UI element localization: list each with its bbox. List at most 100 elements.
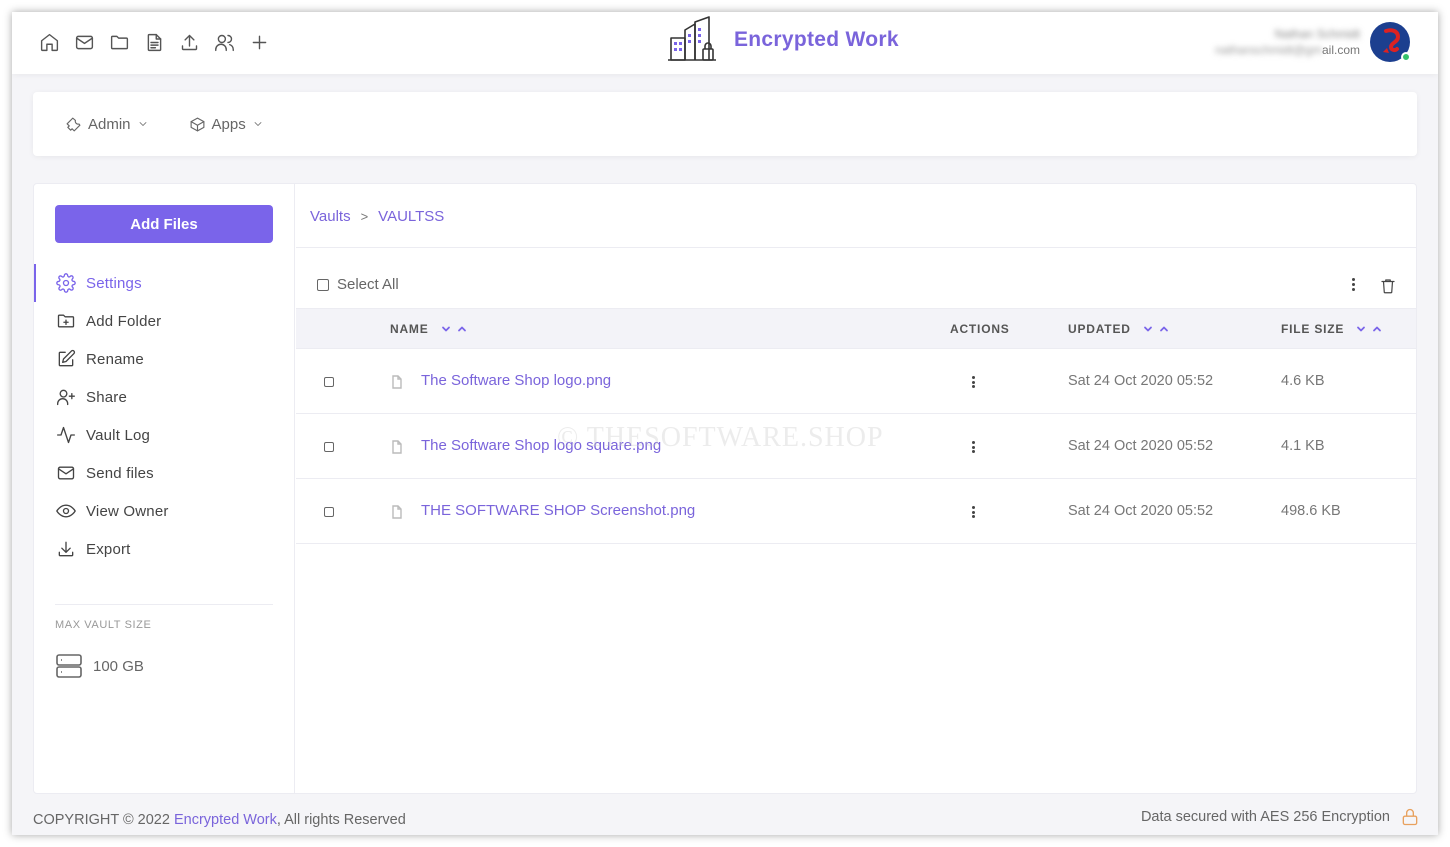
- upload-icon[interactable]: [178, 31, 200, 53]
- sidebar-item-label: Vault Log: [86, 426, 151, 444]
- column-header-updated[interactable]: UPDATED: [1068, 322, 1169, 336]
- menu-apps[interactable]: Apps: [189, 116, 264, 133]
- user-email-domain: ail.com: [1321, 43, 1360, 57]
- row-actions-icon[interactable]: [970, 441, 976, 455]
- add-files-button[interactable]: Add Files: [55, 205, 273, 243]
- breadcrumb: Vaults > VAULTSS: [310, 208, 444, 225]
- chevron-down-icon: [254, 122, 262, 126]
- table-row[interactable]: THE SOFTWARE SHOP Screenshot.png Sat 24 …: [296, 479, 1416, 544]
- sidebar-item-label: Add Folder: [86, 312, 162, 330]
- user-email-blurred: nathanschmidt@gm: [1215, 43, 1322, 57]
- row-checkbox[interactable]: [324, 377, 334, 387]
- app-window: Encrypted Work Nathan Schmidt nathanschm…: [12, 12, 1438, 835]
- menu-apps-label: Apps: [211, 115, 246, 133]
- download-icon: [58, 541, 74, 557]
- row-actions-icon[interactable]: [970, 506, 976, 520]
- buildings-logo-icon: [668, 16, 716, 61]
- copyright-brand-link[interactable]: Encrypted Work: [174, 812, 277, 828]
- table-row[interactable]: The Software Shop logo.png Sat 24 Oct 20…: [296, 349, 1416, 414]
- sidebar-item-label: Send files: [86, 464, 154, 482]
- edit-icon: [58, 349, 76, 367]
- select-all-checkbox[interactable]: [317, 278, 329, 291]
- top-nav-icons: [38, 31, 270, 53]
- column-header-updated-label: UPDATED: [1068, 322, 1131, 336]
- file-toolbar: Select All: [296, 248, 1416, 308]
- sidebar-item-send-files[interactable]: Send files: [34, 454, 294, 492]
- plus-icon[interactable]: [248, 31, 270, 53]
- box-icon: [190, 117, 204, 131]
- online-status-dot: [1401, 52, 1411, 62]
- gear-icon: [56, 273, 76, 293]
- sort-desc-icon[interactable]: [1356, 324, 1366, 334]
- row-checkbox[interactable]: [324, 442, 334, 452]
- brand-title[interactable]: Encrypted Work: [734, 28, 899, 52]
- sort-desc-icon[interactable]: [441, 324, 451, 334]
- watermark: © THESOFTWARE.SHOP: [557, 422, 884, 453]
- file-size: 4.1 KB: [1281, 438, 1325, 454]
- file-list-panel: Vaults > VAULTSS Select All NAME ACTIONS…: [296, 184, 1416, 793]
- file-icon: [390, 505, 404, 524]
- select-all[interactable]: Select All: [317, 276, 399, 293]
- mail-icon: [57, 466, 75, 480]
- menu-bar: Admin Apps: [33, 92, 1417, 156]
- breadcrumb-current-vault[interactable]: VAULTSS: [378, 208, 444, 225]
- file-updated: Sat 24 Oct 2020 05:52: [1068, 438, 1214, 454]
- sidebar-item-view-owner[interactable]: View Owner: [34, 492, 294, 530]
- table-header: NAME ACTIONS UPDATED FILE SIZE: [296, 308, 1416, 349]
- mail-icon[interactable]: [73, 31, 95, 53]
- sort-asc-icon[interactable]: [1159, 324, 1169, 334]
- breadcrumb-vaults[interactable]: Vaults: [310, 208, 351, 225]
- user-name: Nathan Schmidt: [1274, 27, 1360, 41]
- sidebar-item-export[interactable]: Export: [34, 530, 294, 568]
- file-updated: Sat 24 Oct 2020 05:52: [1068, 503, 1214, 519]
- sidebar-item-label: Rename: [86, 350, 144, 368]
- sidebar-item-add-folder[interactable]: Add Folder: [34, 302, 294, 340]
- column-header-file-size[interactable]: FILE SIZE: [1281, 322, 1382, 336]
- sidebar-item-settings[interactable]: Settings: [34, 264, 294, 302]
- home-icon[interactable]: [38, 31, 60, 53]
- folder-icon[interactable]: [108, 31, 130, 53]
- menu-admin[interactable]: Admin: [65, 116, 149, 133]
- user-email: nathanschmidt@gmail.com: [1215, 42, 1360, 58]
- sidebar-item-vault-log[interactable]: Vault Log: [34, 416, 294, 454]
- sidebar-item-label: Export: [86, 540, 131, 558]
- footer-security-note: Data secured with AES 256 Encryption: [1141, 807, 1420, 827]
- folder-plus-icon: [57, 314, 75, 328]
- sidebar-item-share[interactable]: Share: [34, 378, 294, 416]
- column-header-name[interactable]: NAME: [390, 322, 467, 336]
- wrench-icon: [66, 117, 81, 131]
- file-size: 4.6 KB: [1281, 373, 1325, 389]
- max-vault-size: 100 GB: [55, 652, 144, 680]
- more-options-icon[interactable]: [1350, 278, 1356, 294]
- file-text-icon[interactable]: [143, 31, 165, 53]
- sidebar-item-rename[interactable]: Rename: [34, 340, 294, 378]
- user-plus-icon: [57, 389, 76, 406]
- avatar[interactable]: [1370, 22, 1411, 62]
- sort-desc-icon[interactable]: [1143, 324, 1153, 334]
- sort-asc-icon[interactable]: [1372, 324, 1382, 334]
- sidebar-divider: [55, 604, 273, 605]
- file-icon: [390, 440, 404, 459]
- breadcrumb-separator: >: [360, 209, 369, 224]
- sort-controls: [1143, 324, 1169, 334]
- vault-sidebar: Add Files Settings Add Folder Rename Sha…: [34, 184, 295, 793]
- copyright-suffix: , All rights Reserved: [276, 812, 406, 828]
- user-info: Nathan Schmidt nathanschmidt@gmail.com: [1215, 26, 1360, 58]
- server-icon: [56, 654, 82, 678]
- user-menu[interactable]: Nathan Schmidt nathanschmidt@gmail.com: [1215, 22, 1411, 62]
- menu-admin-label: Admin: [88, 115, 131, 133]
- lock-icon: [1402, 808, 1418, 826]
- row-actions-icon[interactable]: [970, 376, 976, 390]
- row-checkbox[interactable]: [324, 507, 334, 517]
- file-name-link[interactable]: THE SOFTWARE SHOP Screenshot.png: [421, 502, 695, 519]
- max-vault-size-label: MAX VAULT SIZE: [55, 619, 152, 631]
- eye-icon: [56, 504, 76, 518]
- file-name-link[interactable]: The Software Shop logo.png: [421, 372, 611, 389]
- users-icon[interactable]: [213, 31, 235, 53]
- column-header-actions-label: ACTIONS: [950, 322, 1010, 336]
- sidebar-menu: Settings Add Folder Rename Share Vault L…: [34, 264, 294, 568]
- sort-asc-icon[interactable]: [457, 324, 467, 334]
- brand[interactable]: Encrypted Work: [668, 16, 899, 64]
- trash-icon[interactable]: [1379, 277, 1397, 300]
- sidebar-item-label: Share: [86, 388, 128, 406]
